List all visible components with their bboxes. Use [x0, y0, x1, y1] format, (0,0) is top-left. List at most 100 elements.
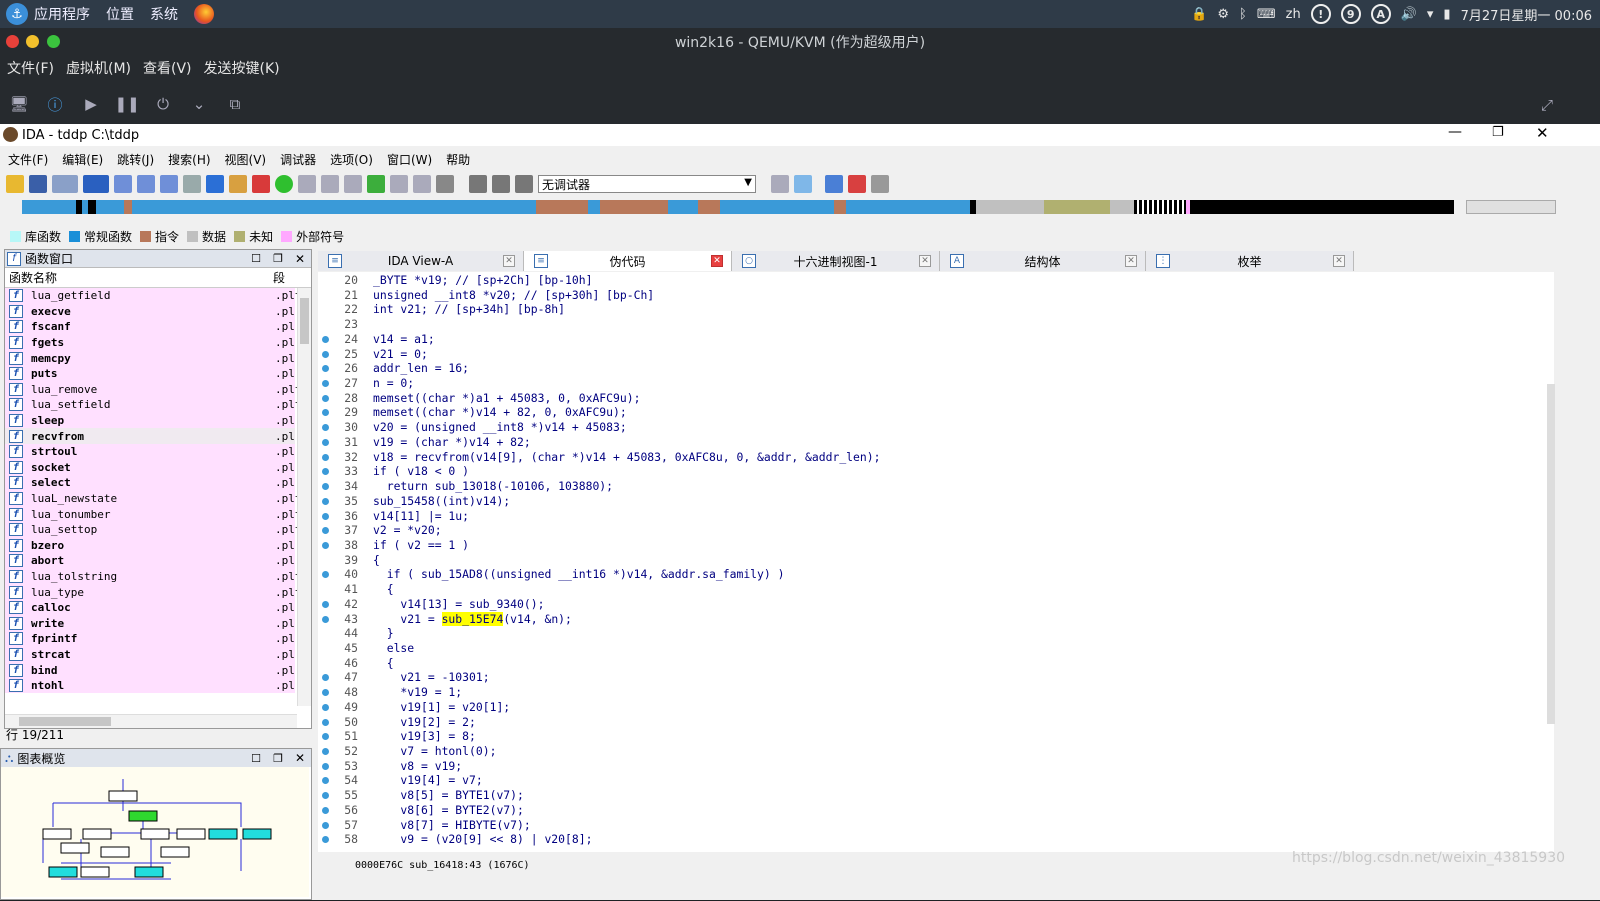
search-immediate-icon[interactable]: [160, 175, 178, 193]
function-list-item[interactable]: f abort .pl: [5, 553, 295, 569]
column-segment[interactable]: 段: [273, 269, 285, 286]
ida-menu-debugger[interactable]: 调试器: [280, 151, 316, 168]
maximize-icon[interactable]: ☐: [251, 752, 261, 765]
code-line[interactable]: 58 v9 = (v20[9] << 8) | v20[8];: [318, 832, 1518, 847]
code-line[interactable]: 36 v14[11] |= 1u;: [318, 509, 1518, 524]
code-line[interactable]: 24 v14 = a1;: [318, 332, 1518, 347]
pause-debug-icon[interactable]: [492, 175, 510, 193]
ida-menu-view[interactable]: 视图(V): [225, 151, 267, 168]
breakpoint-dot-icon[interactable]: [322, 674, 329, 682]
menu-places[interactable]: 位置: [106, 4, 134, 24]
code-line[interactable]: 25 v21 = 0;: [318, 347, 1518, 362]
power-indicator-icon[interactable]: !: [1310, 4, 1331, 24]
ida-menu-file[interactable]: 文件(F): [8, 151, 48, 168]
ida-menu-help[interactable]: 帮助: [446, 151, 470, 168]
qemu-menu-file[interactable]: 文件(F): [7, 58, 54, 80]
breakpoint-dot-icon[interactable]: [322, 615, 329, 623]
stop-debug-icon[interactable]: [515, 175, 533, 193]
breakpoint-dot-icon[interactable]: [322, 836, 329, 844]
breakpoints-icon[interactable]: [825, 175, 843, 193]
close-icon[interactable]: ✕: [919, 255, 931, 267]
breakpoint-dot-icon[interactable]: [322, 394, 329, 402]
code-line[interactable]: 43 v21 = sub_15E74(v14, &n);: [318, 611, 1518, 627]
open-icon[interactable]: [6, 175, 24, 193]
function-list-item[interactable]: f bzero .pl: [5, 537, 295, 554]
clock[interactable]: 7月27日星期一 00:06: [1461, 5, 1592, 24]
close-icon[interactable]: ✕: [1333, 255, 1345, 267]
battery-icon[interactable]: ▮: [1443, 7, 1450, 22]
function-list-item[interactable]: f lua_settop .plt: [5, 521, 302, 538]
code-line[interactable]: 38 if ( v2 == 1 ): [318, 538, 1518, 553]
code-line[interactable]: 44 }: [318, 626, 1518, 641]
tab-enums[interactable]: ⋮ 枚举 ✕: [1146, 251, 1354, 271]
code-line[interactable]: 56 v8[6] = BYTE2(v7);: [318, 803, 1518, 818]
menu-apps[interactable]: 应用程序: [34, 4, 90, 24]
tab-ida-view-a[interactable]: ≡ IDA View-A ✕: [318, 251, 524, 271]
code-line[interactable]: 52 v7 = htonl(0);: [318, 744, 1518, 759]
hscroll-thumb[interactable]: [19, 717, 111, 726]
breakpoint-dot-icon[interactable]: [322, 497, 329, 505]
function-list-item[interactable]: f lua_getfield .plt: [5, 288, 302, 304]
breakpoint-dot-icon[interactable]: [322, 527, 329, 535]
breakpoint-dot-icon[interactable]: [322, 380, 329, 388]
code-line[interactable]: 31 v19 = (char *)v14 + 82;: [318, 435, 1518, 450]
function-list-item[interactable]: f sleep .pl: [5, 412, 295, 429]
screens-icon[interactable]: ⧉: [224, 93, 246, 115]
script-icon[interactable]: [229, 175, 247, 193]
code-line[interactable]: 22 int v21; // [sp+34h] [bp-8h]: [318, 302, 1518, 317]
pseudocode-scrollbar[interactable]: [1547, 384, 1555, 724]
badge-indicator[interactable]: 9: [1340, 4, 1361, 24]
play-debug-icon[interactable]: [469, 175, 487, 193]
code-line[interactable]: 49 v19[1] = v20[1];: [318, 700, 1518, 715]
code-line[interactable]: 29 memset((char *)v14 + 82, 0, 0xAFC9u);: [318, 405, 1518, 420]
function-list-item[interactable]: f select .pl: [5, 475, 295, 491]
function-list-item[interactable]: f strcat .pl: [5, 646, 295, 663]
struct-icon[interactable]: [298, 175, 316, 193]
breakpoint-dot-icon[interactable]: [322, 733, 329, 741]
patch-icon[interactable]: [413, 175, 431, 193]
breakpoint-dot-icon[interactable]: [322, 821, 329, 829]
code-line[interactable]: 48 *v19 = 1;: [318, 685, 1518, 700]
code-line[interactable]: 35 sub_15458((int)v14);: [318, 494, 1518, 509]
code-line[interactable]: 53 v8 = v19;: [318, 759, 1518, 774]
input-lang[interactable]: zh: [1286, 7, 1301, 22]
enum-icon[interactable]: [321, 175, 339, 193]
function-list-item[interactable]: f fgets .pl: [5, 334, 295, 351]
breakpoint-dot-icon[interactable]: [322, 365, 329, 373]
breakpoint-dot-icon[interactable]: [322, 748, 329, 756]
float-icon[interactable]: ❐: [273, 752, 283, 765]
function-list-item[interactable]: f lua_type .plt: [5, 584, 302, 600]
function-list-item[interactable]: f ntohl .pl: [5, 677, 295, 694]
close-icon[interactable]: ✕: [295, 252, 305, 266]
debugger-select[interactable]: 无调试器 ▼: [538, 175, 756, 193]
display-icon[interactable]: 🖥: [8, 93, 30, 115]
wifi-icon[interactable]: ▾: [1427, 7, 1434, 22]
qemu-menu-vm[interactable]: 虚拟机(M): [66, 58, 131, 80]
pdf-icon[interactable]: [252, 175, 270, 193]
code-line[interactable]: 50 v19[2] = 2;: [318, 715, 1518, 730]
code-line[interactable]: 42 v14[13] = sub_9340();: [318, 597, 1518, 612]
function-list-item[interactable]: f write .pl: [5, 615, 295, 632]
function-list-item[interactable]: f puts .pl: [5, 365, 295, 382]
refresh-icon[interactable]: [794, 175, 812, 193]
qemu-menu-view[interactable]: 查看(V): [143, 58, 192, 80]
breakpoint-dot-icon[interactable]: [322, 424, 329, 432]
function-list-item[interactable]: f lua_tolstring .plt: [5, 568, 302, 585]
breakpoint-dot-icon[interactable]: [322, 806, 329, 814]
code-line[interactable]: 30 v20 = (unsigned __int8 *)v14 + 45083;: [318, 420, 1518, 435]
ida-menu-options[interactable]: 选项(O): [330, 151, 373, 168]
breakpoint-dot-icon[interactable]: [322, 335, 329, 343]
code-line[interactable]: 20 _BYTE *v19; // [sp+2Ch] [bp-10h]: [318, 273, 1518, 288]
ida-menu-window[interactable]: 窗口(W): [387, 151, 432, 168]
nav-band-zoom[interactable]: [1466, 200, 1556, 214]
breakpoint-dot-icon[interactable]: [322, 512, 329, 520]
play-icon[interactable]: ▶: [80, 93, 102, 115]
function-list-item[interactable]: f calloc .pl: [5, 599, 295, 616]
function-list-item[interactable]: f execve .pl: [5, 303, 295, 320]
code-line[interactable]: 26 addr_len = 16;: [318, 361, 1518, 376]
delete-icon[interactable]: [436, 175, 454, 193]
close-icon[interactable]: ✕: [1125, 255, 1137, 267]
code-line[interactable]: 57 v8[7] = HIBYTE(v7);: [318, 818, 1518, 833]
code-line[interactable]: 37 v2 = *v20;: [318, 523, 1518, 538]
restore-icon[interactable]: ⤢: [1536, 94, 1558, 116]
